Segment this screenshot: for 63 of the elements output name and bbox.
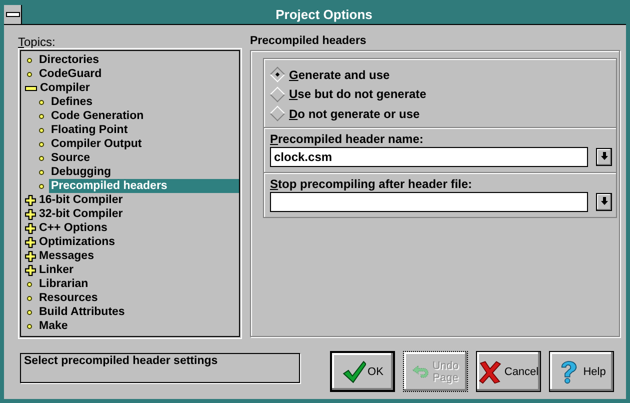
field-label: Precompiled header name: [270, 132, 424, 146]
checkmark-icon [342, 358, 366, 384]
bullet-icon [27, 72, 32, 76]
bullet-icon [39, 128, 44, 132]
tree-item[interactable]: Source [49, 151, 92, 165]
bullet-icon [39, 142, 44, 146]
tree-item[interactable]: Directories [37, 53, 102, 67]
topics-label: Topics: [18, 35, 56, 50]
tree-item[interactable]: Make [37, 319, 70, 333]
tree-item[interactable]: Linker [37, 263, 76, 277]
plus-icon[interactable] [25, 264, 36, 276]
plus-icon[interactable] [25, 208, 36, 220]
cancel-button[interactable]: Cancel [476, 351, 541, 392]
page-title: Precompiled headers [250, 35, 368, 49]
input-field[interactable]: clock.csm [270, 146, 588, 166]
bullet-icon [39, 156, 44, 160]
tree-item[interactable]: 32-bit Compiler [37, 207, 125, 221]
tree-item[interactable]: Messages [37, 249, 96, 263]
tree-item[interactable]: Build Attributes [37, 305, 127, 319]
tree-item[interactable]: C++ Options [37, 221, 110, 235]
bullet-icon [39, 100, 44, 104]
help-button[interactable]: Help [549, 351, 614, 392]
minus-icon[interactable] [25, 86, 37, 90]
bullet-icon [27, 282, 32, 286]
status-text: Select precompiled header settings [20, 353, 300, 383]
tree-item[interactable]: Debugging [49, 165, 114, 179]
bullet-icon [27, 324, 32, 328]
radio-button[interactable] [270, 66, 286, 83]
dropdown-button[interactable] [596, 192, 612, 210]
bullet-icon [39, 170, 44, 174]
tree-item[interactable]: CodeGuard [37, 67, 104, 81]
ok-button[interactable]: OK [330, 351, 395, 392]
input-field[interactable] [270, 192, 588, 212]
cross-icon [478, 358, 502, 384]
field-label: Stop precompiling after header file: [270, 176, 474, 192]
bullet-icon [27, 310, 32, 314]
bullet-icon [39, 114, 44, 118]
tree-item[interactable]: Code Generation [49, 109, 146, 123]
system-menu-button[interactable] [4, 4, 22, 24]
plus-icon[interactable] [25, 222, 36, 234]
topics-tree[interactable] [20, 50, 240, 337]
down-arrow-icon [600, 152, 608, 161]
radio-label[interactable]: Do not generate or use [289, 106, 420, 121]
window-title: Project Options [274, 6, 374, 22]
tree-item[interactable]: Precompiled headers [49, 179, 239, 193]
tree-item[interactable]: 16-bit Compiler [37, 193, 125, 207]
radio-label[interactable]: Use but do not generate [289, 87, 426, 102]
bullet-icon [27, 58, 32, 62]
plus-icon[interactable] [25, 194, 36, 206]
bullet-icon [39, 184, 44, 188]
tree-item[interactable]: Compiler Output [49, 137, 144, 151]
tree-item[interactable]: Compiler [38, 81, 92, 95]
tree-item[interactable]: Librarian [37, 277, 90, 291]
plus-icon[interactable] [25, 250, 36, 262]
tree-item[interactable]: Defines [49, 95, 95, 109]
tree-item[interactable]: Optimizations [37, 235, 118, 249]
radio-label[interactable]: Generate and use [289, 68, 390, 82]
down-arrow-icon [600, 197, 608, 206]
bullet-icon [27, 296, 32, 300]
tree-item[interactable]: Resources [37, 291, 100, 305]
dropdown-button[interactable] [596, 148, 612, 166]
tree-item[interactable]: Floating Point [49, 123, 130, 137]
plus-icon[interactable] [25, 236, 36, 248]
